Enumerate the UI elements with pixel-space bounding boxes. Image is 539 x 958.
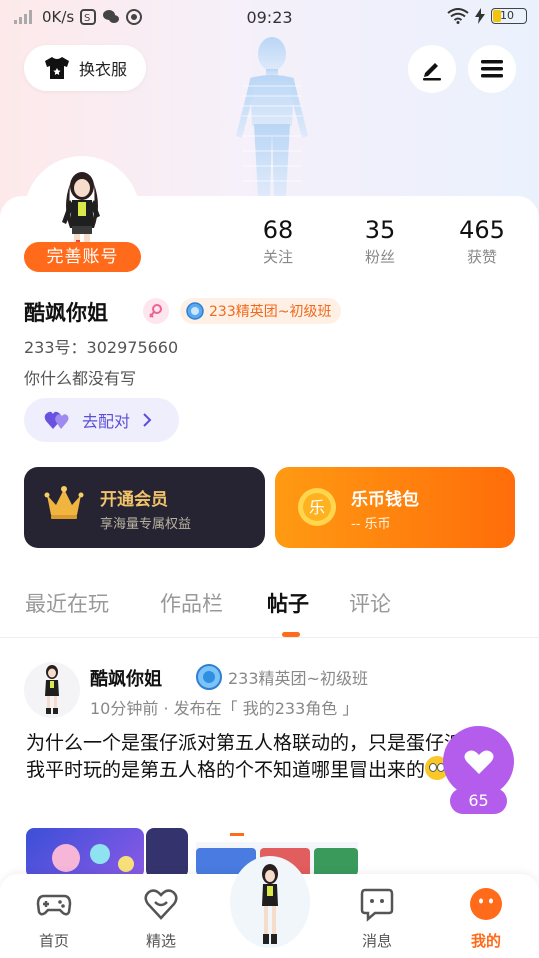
stat-likes[interactable]: 465 获赞 [437,216,527,267]
user-bio: 你什么都没有写 [24,369,137,388]
message-icon [360,888,394,922]
stat-fans-count: 35 [364,216,396,244]
pair-button[interactable]: 去配对 [24,398,179,442]
vip-subtitle: 享海量专属权益 [100,517,192,532]
medal-icon [196,664,222,690]
post-author-badge: 233精英团~初级班 [196,664,368,690]
female-gender-icon [143,298,169,324]
crown-icon [44,486,84,519]
elite-group-badge[interactable]: 233精英团~初级班 [180,298,342,324]
vip-membership-card[interactable]: 开通会员 享海量专属权益 [24,467,265,548]
nav-messages-label: 消息 [361,932,392,950]
post-image-1-art [52,844,134,872]
pair-label: 去配对 [82,412,131,431]
heart-smile-icon [144,889,178,920]
nav-profile-label: 我的 [470,932,501,950]
chevron-right-icon [143,413,152,427]
elite-group-badge-label: 233精英团~初级班 [209,304,332,320]
wallet-card[interactable]: 乐 乐币钱包 -- 乐币 [275,467,515,548]
nav-home[interactable]: 首页 [24,886,84,951]
status-bar: 0K/s S 09:23 10 [0,0,539,36]
nav-messages[interactable]: 消息 [347,886,407,951]
tshirt-icon [44,57,69,79]
nav-featured-label: 精选 [145,932,176,950]
pen-icon [423,63,441,81]
nav-center-character [230,856,310,948]
post-author-badge-label: 233精英团~初级班 [228,669,368,688]
stat-following-count: 68 [262,216,294,244]
stat-likes-count: 465 [459,216,505,244]
stat-following[interactable]: 68 关注 [233,216,323,267]
post-body[interactable]: 为什么一个是蛋仔派对第五人格联动的，只是蛋仔派对，我平时玩的是第五人格的个不知道… [26,730,506,783]
stat-likes-label: 获赞 [466,248,497,266]
wallet-title: 乐币钱包 [351,490,419,510]
stat-fans[interactable]: 35 粉丝 [335,216,425,267]
nav-profile[interactable]: 我的 [456,886,516,951]
post-avatar-character [45,665,59,714]
charging-icon [475,8,485,24]
profile-tabs: 最近在玩 作品栏 帖子 评论 [0,588,539,638]
tab-comments[interactable]: 评论 [349,588,391,618]
post-author-avatar[interactable] [24,662,80,718]
active-tab-indicator [282,632,300,637]
tab-posts[interactable]: 帖子 [267,588,309,618]
nav-center-avatar[interactable] [230,852,310,952]
stat-fans-label: 粉丝 [364,248,395,266]
complete-account-button[interactable]: 完善账号 [24,242,141,272]
vip-title: 开通会员 [100,490,168,510]
user-id[interactable]: 233号：302975660 [24,334,178,358]
wifi-icon [447,8,469,24]
post-image-1[interactable] [26,828,144,878]
like-button[interactable] [443,726,514,797]
wallet-subtitle: -- 乐币 [351,517,391,532]
avatar-hologram-figure [236,37,308,196]
change-outfit-label: 换衣服 [78,60,127,79]
battery-indicator: 10 [491,8,527,24]
post-image-2[interactable] [146,828,188,878]
post-author-name[interactable]: 酷飒你姐 [90,665,162,691]
heart-icon [464,750,493,774]
change-outfit-button[interactable]: 换衣服 [24,45,146,91]
profile-name: 酷飒你姐 [24,301,108,325]
gamepad-icon [36,894,72,916]
coin-icon-text: 乐 [309,498,325,517]
like-count: 65 [450,788,507,814]
medal-icon [186,302,204,320]
post-meta: 10分钟前 · 发布在「 我的233角色 」 [90,699,359,718]
menu-button[interactable] [468,45,516,93]
coin-icon: 乐 [298,488,336,526]
profile-face-icon [470,888,502,920]
menu-icon [481,60,503,78]
tab-works[interactable]: 作品栏 [160,588,223,618]
nav-featured[interactable]: 精选 [131,886,191,951]
stat-following-label: 关注 [262,248,293,266]
double-heart-icon [44,411,69,429]
edit-profile-button[interactable] [408,45,456,93]
tab-recent-play[interactable]: 最近在玩 [25,588,109,618]
nav-home-label: 首页 [38,932,69,950]
